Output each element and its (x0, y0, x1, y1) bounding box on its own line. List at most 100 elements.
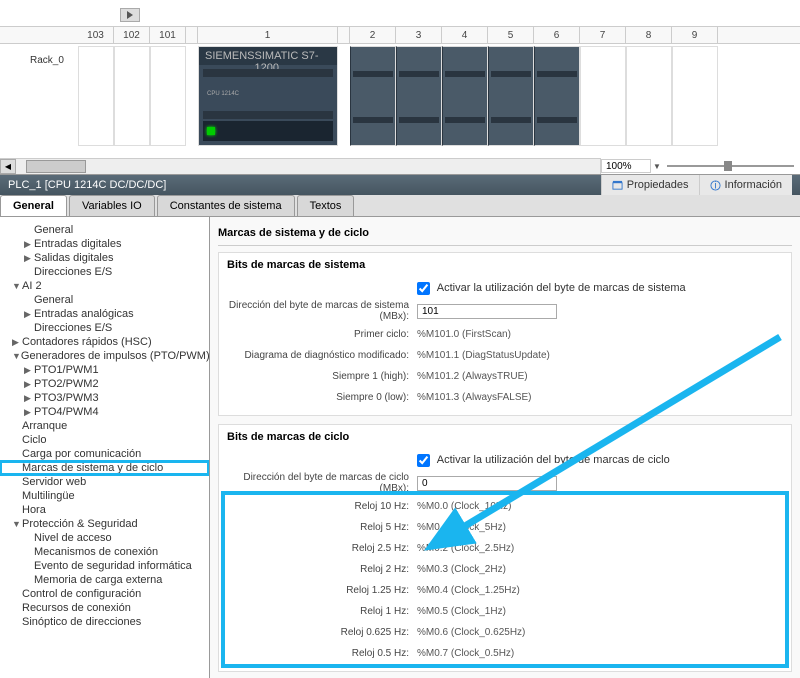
tree-item-label: Generadores de impulsos (PTO/PWM) (21, 350, 210, 362)
tree-item[interactable]: Sinóptico de direcciones (0, 615, 209, 629)
scroll-left[interactable]: ◀ (0, 159, 16, 174)
rack-slot[interactable] (338, 46, 350, 146)
rack-slot[interactable] (626, 46, 672, 146)
tree-item[interactable]: Arranque (0, 419, 209, 433)
rack-slot[interactable] (114, 46, 150, 146)
tree-item-label: Direcciones E/S (34, 266, 112, 278)
tree-item-label: Marcas de sistema y de ciclo (22, 462, 163, 474)
clock-value: %M0.5 (Clock_1Hz) (417, 606, 783, 617)
rack-slot[interactable] (534, 46, 580, 146)
system-bits-title: Bits de marcas de sistema (227, 259, 783, 271)
tab-properties[interactable]: Propiedades (601, 175, 699, 195)
rack-slot[interactable] (442, 46, 488, 146)
cycle-bits-section: Bits de marcas de ciclo Activar la utili… (218, 424, 792, 672)
tree-item[interactable]: General (0, 293, 209, 307)
rack-slot[interactable] (150, 46, 186, 146)
property-value: %M101.0 (FirstScan) (417, 329, 783, 340)
zoom-dropdown-icon[interactable]: ▼ (653, 162, 661, 171)
panel-title-bar: PLC_1 [CPU 1214C DC/DC/DC] Propiedades i… (0, 175, 800, 195)
system-bits-enable-label: Activar la utilización del byte de marca… (437, 282, 686, 294)
slot-header-cell: 1 (198, 27, 338, 43)
tree-item[interactable]: Carga por comunicación (0, 447, 209, 461)
tree-item-label: PTO4/PWM4 (34, 406, 99, 418)
rack-label: Rack_0 (30, 55, 64, 66)
tree-caret-icon: ▼ (12, 519, 22, 529)
tree-item[interactable]: General (0, 223, 209, 237)
slot-header: 103102101123456789 (0, 26, 800, 44)
tree-item[interactable]: ▶PTO3/PWM3 (0, 391, 209, 405)
tree-item[interactable]: Mecanismos de conexión (0, 545, 209, 559)
clock-value: %M0.1 (Clock_5Hz) (417, 522, 783, 533)
tree-item-label: Contadores rápidos (HSC) (22, 336, 152, 348)
tree-item[interactable]: Evento de seguridad informática (0, 559, 209, 573)
properties-tab[interactable]: Textos (297, 195, 355, 216)
clock-label: Reloj 1 Hz: (227, 606, 417, 617)
rack-slot[interactable] (396, 46, 442, 146)
clock-value: %M0.4 (Clock_1.25Hz) (417, 585, 783, 596)
properties-tab[interactable]: Variables IO (69, 195, 155, 216)
tab-info[interactable]: i Información (699, 175, 792, 195)
system-addr-input[interactable] (417, 304, 557, 319)
rack-slot[interactable]: SIEMENSSIMATIC S7-1200 CPU 1214C (198, 46, 338, 146)
tree-item[interactable]: ▼Protección & Seguridad (0, 517, 209, 531)
system-bits-section: Bits de marcas de sistema Activar la uti… (218, 252, 792, 416)
nav-tree[interactable]: General▶Entradas digitales▶Salidas digit… (0, 217, 210, 678)
tree-item[interactable]: Direcciones E/S (0, 265, 209, 279)
clock-row: Reloj 0.5 Hz:%M0.7 (Clock_0.5Hz) (227, 644, 783, 662)
tree-item[interactable]: Marcas de sistema y de ciclo (0, 461, 209, 475)
rack-slot[interactable] (78, 46, 114, 146)
rack-slot[interactable] (186, 46, 198, 146)
tree-caret-icon: ▶ (24, 309, 34, 320)
zoom-slider[interactable] (667, 165, 794, 167)
zoom-input[interactable] (601, 159, 651, 173)
tree-item[interactable]: Control de configuración (0, 587, 209, 601)
cycle-bits-enable-label: Activar la utilización del byte de marca… (437, 454, 670, 466)
tree-item[interactable]: Nivel de acceso (0, 531, 209, 545)
clock-label: Reloj 5 Hz: (227, 522, 417, 533)
clock-row: Reloj 1 Hz:%M0.5 (Clock_1Hz) (227, 602, 783, 620)
system-bits-enable-checkbox[interactable] (417, 282, 430, 295)
tree-item[interactable]: ▶Entradas analógicas (0, 307, 209, 321)
rack-slot[interactable] (672, 46, 718, 146)
rack-slot[interactable] (488, 46, 534, 146)
rack-slot[interactable] (350, 46, 396, 146)
tree-item[interactable]: Ciclo (0, 433, 209, 447)
cycle-bits-enable-checkbox[interactable] (417, 454, 430, 467)
hscrollbar[interactable]: ◀ ▶ ▼ (0, 158, 800, 174)
tree-item[interactable]: ▶PTO1/PWM1 (0, 363, 209, 377)
svg-text:i: i (714, 180, 716, 191)
cycle-bits-title: Bits de marcas de ciclo (227, 431, 783, 443)
tree-item-label: PTO1/PWM1 (34, 364, 99, 376)
tree-item[interactable]: ▶Contadores rápidos (HSC) (0, 335, 209, 349)
tree-item[interactable]: Multilingüe (0, 489, 209, 503)
tree-item-label: PTO3/PWM3 (34, 392, 99, 404)
tree-item[interactable]: Direcciones E/S (0, 321, 209, 335)
tree-item[interactable]: ▶Entradas digitales (0, 237, 209, 251)
properties-tab[interactable]: Constantes de sistema (157, 195, 295, 216)
clock-value: %M0.2 (Clock_2.5Hz) (417, 543, 783, 554)
slot-header-cell: 8 (626, 27, 672, 43)
clock-value: %M0.3 (Clock_2Hz) (417, 564, 783, 575)
tree-item[interactable]: Recursos de conexión (0, 601, 209, 615)
zoom-controls: ▼ (600, 158, 800, 174)
clock-label: Reloj 2 Hz: (227, 564, 417, 575)
tree-item[interactable]: Memoria de carga externa (0, 573, 209, 587)
property-row: Siempre 1 (high):%M101.2 (AlwaysTRUE) (227, 367, 783, 385)
tree-item[interactable]: ▼AI 2 (0, 279, 209, 293)
tree-item[interactable]: Hora (0, 503, 209, 517)
play-button[interactable] (120, 8, 140, 22)
rack-slot[interactable] (580, 46, 626, 146)
tree-caret-icon: ▼ (12, 281, 22, 291)
tree-item[interactable]: Servidor web (0, 475, 209, 489)
properties-tab[interactable]: General (0, 195, 67, 216)
cycle-addr-input[interactable] (417, 476, 557, 491)
scroll-thumb[interactable] (26, 160, 86, 173)
tree-item-label: Carga por comunicación (22, 448, 141, 460)
property-row: Diagrama de diagnóstico modificado:%M101… (227, 346, 783, 364)
tree-item[interactable]: ▼Generadores de impulsos (PTO/PWM) (0, 349, 209, 363)
tree-item[interactable]: ▶PTO4/PWM4 (0, 405, 209, 419)
system-addr-label: Dirección del byte de marcas de sistema … (227, 300, 417, 322)
slot-header-cell: 2 (350, 27, 396, 43)
tree-item[interactable]: ▶Salidas digitales (0, 251, 209, 265)
tree-item[interactable]: ▶PTO2/PWM2 (0, 377, 209, 391)
